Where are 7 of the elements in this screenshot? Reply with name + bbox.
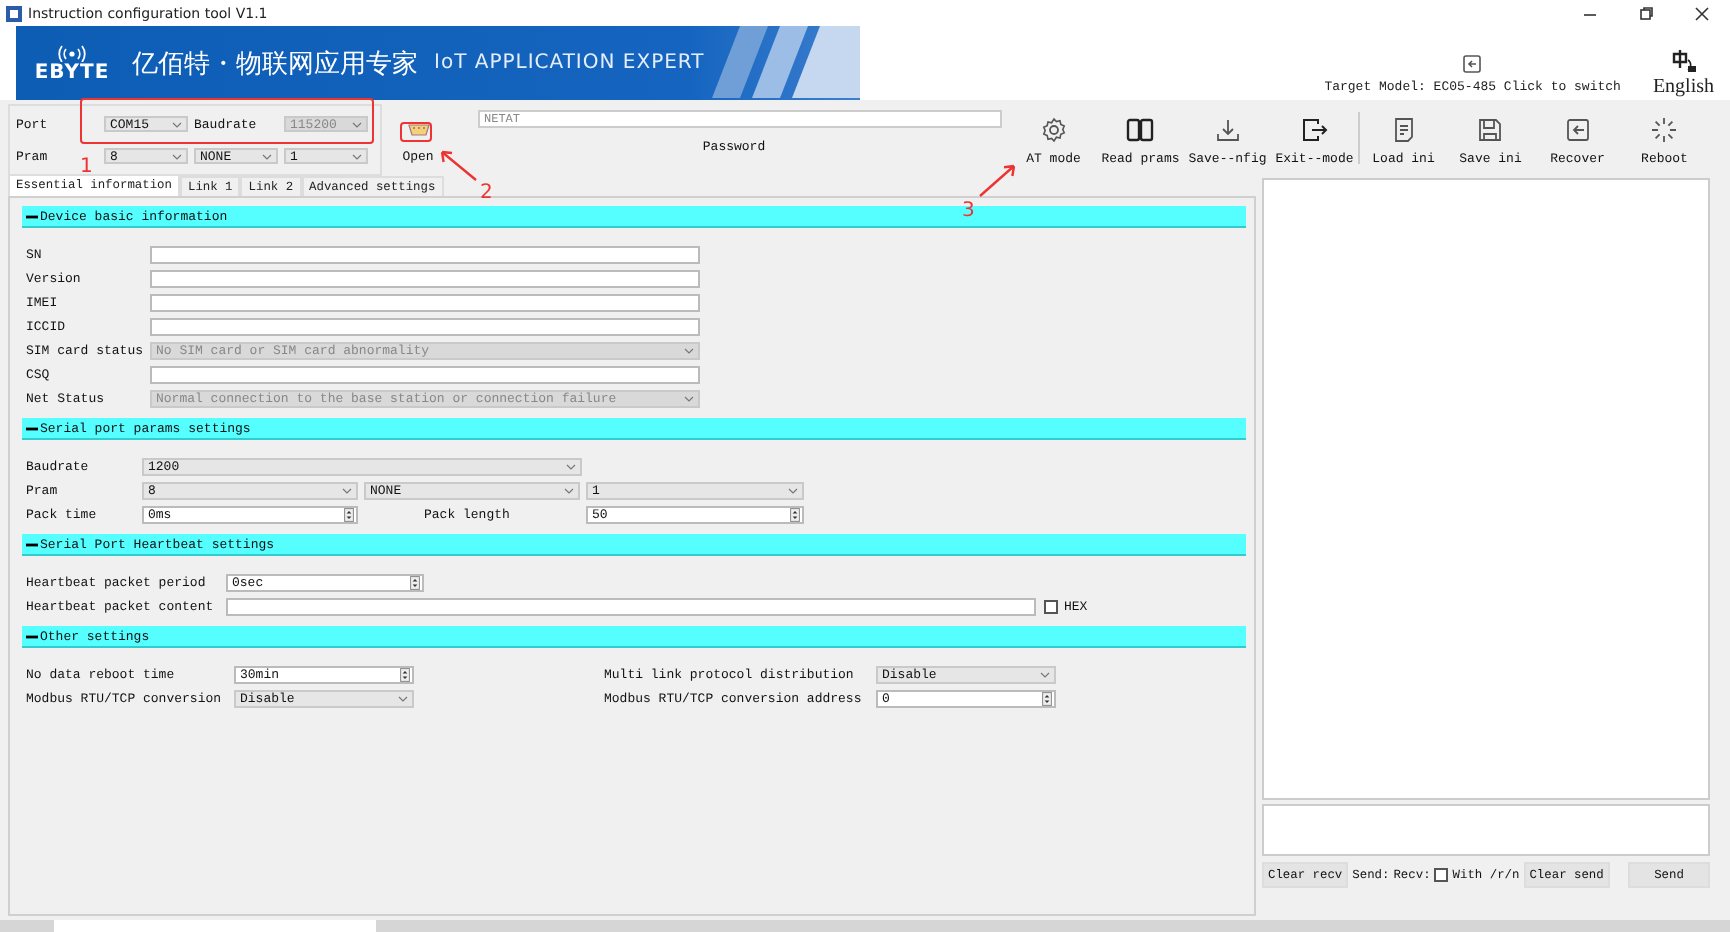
logo-text: EBYTE <box>34 62 110 84</box>
annotation-number: 2 <box>480 184 493 204</box>
slogan: 亿佰特・物联网应用专家 <box>132 47 418 81</box>
annotation-number: 1 <box>80 158 93 178</box>
language-button[interactable]: English <box>1652 76 1714 98</box>
tagline: IoT APPLICATION EXPERT <box>434 52 705 74</box>
annotation-number: 3 <box>962 202 975 222</box>
